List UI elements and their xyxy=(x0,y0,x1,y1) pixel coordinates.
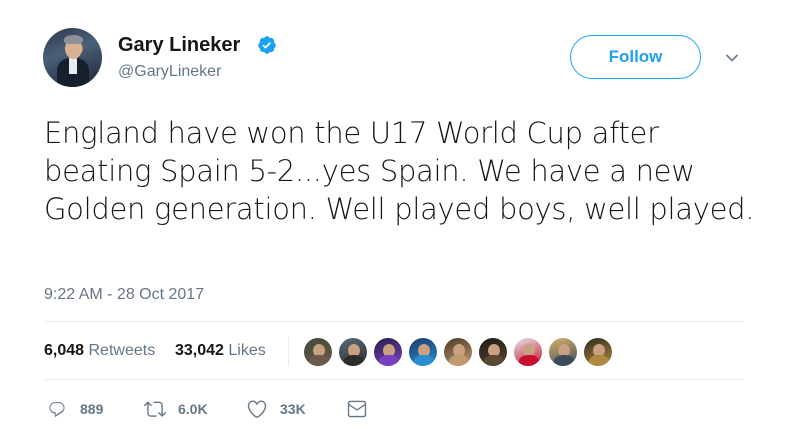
tweet-text: England have won the U17 World Cup after… xyxy=(44,116,755,226)
reply-icon xyxy=(49,402,65,417)
follow-button[interactable]: Follow xyxy=(570,35,701,79)
direct-message-button[interactable] xyxy=(346,398,368,420)
user-name[interactable]: Gary Lineker xyxy=(118,34,240,57)
user-handle[interactable]: @GaryLineker xyxy=(118,63,221,81)
like-count: 33K xyxy=(280,401,306,417)
heart-icon xyxy=(247,400,267,418)
reply-button[interactable]: 889 xyxy=(46,398,103,420)
divider xyxy=(44,321,744,322)
like-button[interactable]: 33K xyxy=(246,398,306,420)
retweet-button[interactable]: 6.0K xyxy=(144,398,208,420)
liker-avatar-7[interactable] xyxy=(512,336,544,368)
liker-avatar-1[interactable] xyxy=(302,336,334,368)
tweet-timestamp[interactable]: 9:22 AM - 28 Oct 2017 xyxy=(44,286,204,304)
retweet-count: 6.0K xyxy=(178,401,208,417)
envelope-icon xyxy=(347,400,367,418)
divider xyxy=(44,379,744,380)
chevron-down-icon[interactable] xyxy=(725,53,739,63)
liker-avatar-2[interactable] xyxy=(337,336,369,368)
liker-avatar-8[interactable] xyxy=(547,336,579,368)
liker-avatar-4[interactable] xyxy=(407,336,439,368)
liker-avatar-3[interactable] xyxy=(372,336,404,368)
retweets-count: 6,048 xyxy=(44,342,85,359)
liker-avatar-5[interactable] xyxy=(442,336,474,368)
retweets-label: Retweets xyxy=(88,342,156,359)
likers-row xyxy=(302,336,617,368)
likes-stat[interactable]: 33,042 Likes xyxy=(175,342,266,360)
liker-avatar-6[interactable] xyxy=(477,336,509,368)
retweet-icon xyxy=(144,401,166,417)
reply-count: 889 xyxy=(80,401,104,417)
avatar[interactable] xyxy=(43,28,102,87)
likes-label: Likes xyxy=(228,342,266,359)
stats-separator xyxy=(288,336,289,366)
liker-avatar-9[interactable] xyxy=(582,336,614,368)
verified-badge-icon xyxy=(258,36,276,54)
likes-count: 33,042 xyxy=(175,342,224,359)
retweets-stat[interactable]: 6,048 Retweets xyxy=(44,342,155,360)
